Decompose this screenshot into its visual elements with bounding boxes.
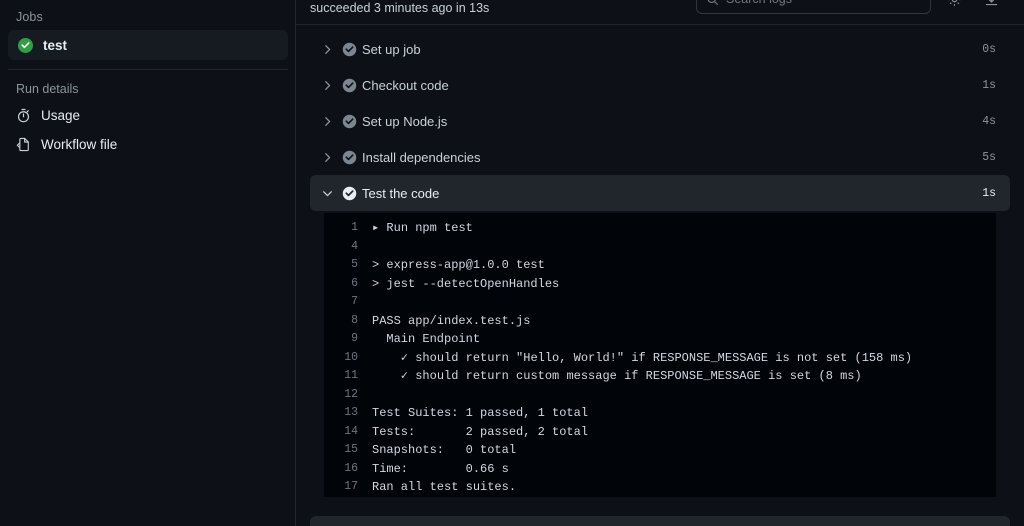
- sidebar-item-workflow-file-label: Workflow file: [41, 137, 118, 152]
- step-name: Set up job: [362, 41, 421, 57]
- log-line-number: 11: [344, 369, 358, 382]
- check-circle-green-icon: [18, 37, 33, 53]
- log-line: 17 Ran all test suites.: [324, 478, 996, 497]
- step-name: Checkout code: [362, 77, 449, 93]
- chevron-down-icon: [318, 188, 336, 199]
- search-icon: [706, 0, 719, 6]
- download-logs-button[interactable]: [978, 0, 1004, 12]
- step-duration: 0s: [982, 42, 996, 56]
- check-circle-icon: [336, 186, 362, 201]
- step-duration: 1s: [982, 186, 996, 200]
- header-divider: [296, 24, 1024, 25]
- log-line: 15 Snapshots: 0 total: [324, 441, 996, 460]
- log-line-text: > express-app@1.0.0 test: [372, 258, 545, 272]
- chevron-right-icon: [318, 44, 336, 55]
- step-row-expanded[interactable]: Test the code 1s: [310, 175, 1010, 211]
- log-line-text: ✓ should return "Hello, World!" if RESPO…: [372, 350, 913, 365]
- check-circle-icon: [336, 42, 362, 57]
- log-line-number: 8: [351, 313, 358, 327]
- jobs-section-title: Jobs: [16, 10, 43, 24]
- log-line-number: 16: [344, 461, 358, 475]
- file-code-icon: [16, 137, 31, 152]
- log-line-text: Snapshots: 0 total: [372, 443, 517, 457]
- log-line-number: 4: [351, 239, 358, 253]
- log-output[interactable]: 1 ▸ Run npm test 4 5 > express-app@1.0.0…: [324, 213, 996, 497]
- log-line: 14 Tests: 2 passed, 2 total: [324, 423, 996, 442]
- sidebar-item-workflow-file[interactable]: Workflow file: [8, 130, 288, 159]
- settings-button[interactable]: [941, 0, 967, 12]
- job-log-panel: succeeded 3 minutes ago in 13s Search lo…: [296, 0, 1024, 526]
- steps-list: Set up job 0s Checkout code 1s Set up No…: [296, 25, 1024, 526]
- log-line-number: 6: [351, 276, 358, 290]
- sidebar-item-usage-label: Usage: [41, 108, 81, 123]
- log-line-number: 9: [351, 332, 358, 345]
- log-line: 9 Main Endpoint: [324, 330, 996, 349]
- log-line: 12: [324, 386, 996, 405]
- log-line-text: ▸ Run npm test: [372, 221, 473, 235]
- step-duration: 5s: [982, 150, 996, 164]
- check-circle-icon: [336, 78, 362, 93]
- run-details-section-title: Run details: [16, 82, 79, 96]
- log-line: 1 ▸ Run npm test: [324, 219, 996, 238]
- workflow-run-page: Jobs test Run details Usage Workflow fil…: [0, 0, 1024, 526]
- step-row[interactable]: Set up job 0s: [310, 31, 1010, 67]
- chevron-right-icon: [318, 116, 336, 127]
- log-line-number: 15: [344, 443, 358, 456]
- step-row[interactable]: Install dependencies 5s: [310, 139, 1010, 175]
- log-line-number: 7: [351, 295, 358, 308]
- run-sidebar: Jobs test Run details Usage Workflow fil…: [0, 0, 296, 526]
- log-line-number: 14: [344, 424, 358, 438]
- step-row[interactable]: Set up Node.js 4s: [310, 103, 1010, 139]
- log-line-number: 5: [351, 258, 358, 271]
- download-icon: [984, 0, 999, 7]
- log-line: 6 > jest --detectOpenHandles: [324, 275, 996, 294]
- search-logs-box[interactable]: Search logs: [696, 0, 931, 14]
- check-circle-icon: [336, 114, 362, 129]
- log-line-text: > jest --detectOpenHandles: [372, 276, 560, 291]
- run-status-text: succeeded 3 minutes ago in 13s: [310, 1, 490, 15]
- search-logs-placeholder: Search logs: [726, 0, 792, 6]
- chevron-right-icon: [318, 80, 336, 91]
- log-line-text: ✓ should return custom message if RESPON…: [372, 369, 862, 383]
- sidebar-job-item-test[interactable]: test: [8, 30, 288, 60]
- log-line-text: PASS app/index.test.js: [372, 313, 531, 328]
- stopwatch-icon: [16, 108, 31, 123]
- log-line: 11 ✓ should return custom message if RES…: [324, 367, 996, 386]
- sidebar-item-usage[interactable]: Usage: [8, 101, 288, 130]
- log-line-number: 10: [344, 350, 358, 364]
- job-header: succeeded 3 minutes ago in 13s Search lo…: [296, 0, 1024, 25]
- step-duration: 1s: [982, 78, 996, 92]
- log-line-text: Tests: 2 passed, 2 total: [372, 424, 589, 439]
- log-line-text: Ran all test suites.: [372, 480, 517, 494]
- log-line: 10 ✓ should return "Hello, World!" if RE…: [324, 349, 996, 368]
- log-line: 4: [324, 238, 996, 257]
- step-row[interactable]: Checkout code 1s: [310, 67, 1010, 103]
- log-line-text: Test Suites: 1 passed, 1 total: [372, 406, 589, 420]
- log-line-number: 1: [351, 221, 358, 234]
- chevron-right-icon: [318, 152, 336, 163]
- step-duration: 4s: [982, 114, 996, 128]
- log-line: 7: [324, 293, 996, 312]
- check-circle-icon: [336, 150, 362, 165]
- log-line-text: Time: 0.66 s: [372, 461, 509, 476]
- next-step-row-partial[interactable]: [310, 516, 1010, 526]
- log-line-text: Main Endpoint: [372, 332, 481, 346]
- log-line: 13 Test Suites: 1 passed, 1 total: [324, 404, 996, 423]
- log-line: 16 Time: 0.66 s: [324, 460, 996, 479]
- log-line-number: 12: [344, 387, 358, 401]
- step-name: Test the code: [362, 185, 440, 201]
- log-line-number: 13: [344, 406, 358, 419]
- log-line-number: 17: [344, 480, 358, 493]
- log-line: 8 PASS app/index.test.js: [324, 312, 996, 331]
- step-name: Set up Node.js: [362, 113, 448, 129]
- sidebar-job-label: test: [43, 37, 68, 53]
- log-line: 5 > express-app@1.0.0 test: [324, 256, 996, 275]
- step-name: Install dependencies: [362, 149, 481, 165]
- gear-icon: [947, 0, 962, 7]
